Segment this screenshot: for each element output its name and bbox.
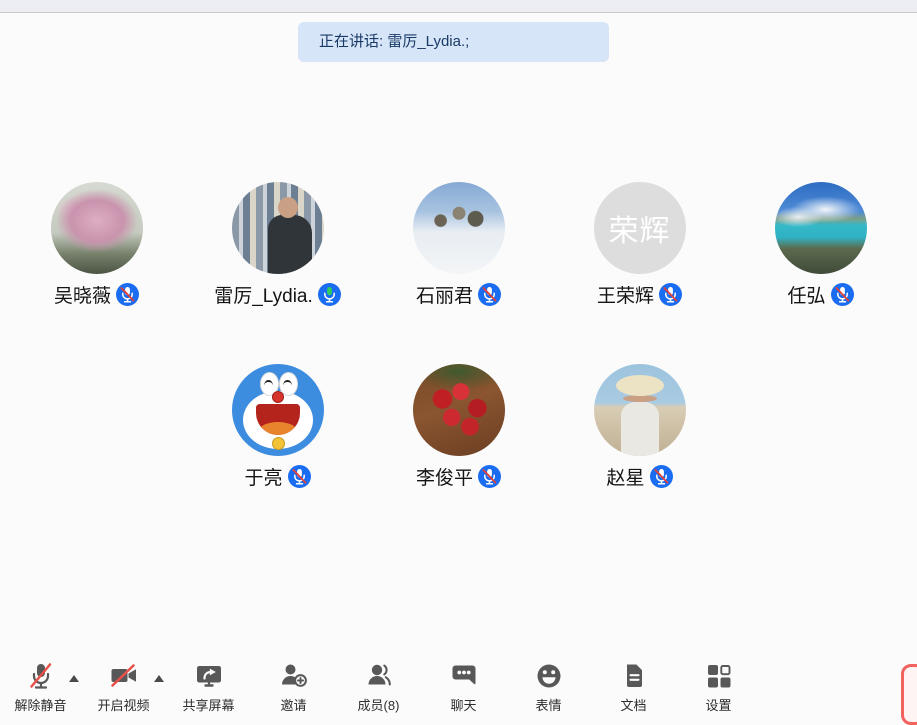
participant-tile-3[interactable]: 石丽君 [368,182,549,308]
participant-namebar: 石丽君 [416,281,501,308]
toolbar-item-label: 成员(8) [358,695,400,714]
emoji-icon [534,660,564,692]
toolbar-chat-button[interactable]: 聊天 [421,660,506,714]
participant-avatar [775,182,867,274]
toolbar-item-label: 开启视频 [97,695,149,714]
participant-grid: 吴晓薇 雷厉_Lydia. [0,182,917,490]
expand-arrow-icon[interactable] [69,675,79,682]
toolbar-emoji-button[interactable]: 表情 [506,660,591,714]
participant-namebar: 于亮 [244,463,310,490]
participant-namebar: 李俊平 [416,463,501,490]
toolbar-item-label: 解除静音 [14,695,66,714]
chat-icon [449,660,479,692]
toolbar-mic-muted-button[interactable]: 解除静音 [0,660,81,714]
participant-namebar: 任弘 [787,281,853,308]
toolbar-camera-off-button[interactable]: 开启视频 [81,660,166,714]
participant-avatar: 荣辉 [594,182,686,274]
mic-muted-icon [831,283,854,306]
participant-name: 于亮 [244,463,282,490]
toolbar-docs-button[interactable]: 文档 [591,660,676,714]
participant-tile-4[interactable]: 荣辉 王荣辉 [549,182,730,308]
participant-tile-2[interactable]: 雷厉_Lydia. [187,182,368,308]
participant-tile-6[interactable]: 于亮 [187,364,368,490]
participant-row-2: 于亮 李俊平 [0,364,917,490]
participant-tile-7[interactable]: 李俊平 [368,364,549,490]
mic-muted-icon [288,465,311,488]
toolbar-share-screen-button[interactable]: 共享屏幕 [166,660,251,714]
toolbar-item-label: 文档 [620,695,646,714]
share-screen-icon [194,660,224,692]
docs-icon [619,660,649,692]
expand-arrow-icon[interactable] [154,675,164,682]
participant-name: 李俊平 [416,463,473,490]
participant-avatar [232,182,324,274]
participant-row-1: 吴晓薇 雷厉_Lydia. [0,182,917,308]
mic-muted-icon [26,660,56,692]
participant-avatar [232,364,324,456]
invite-icon [279,660,309,692]
host-badge-icon [268,254,287,273]
mic-muted-icon [116,283,139,306]
camera-off-icon [109,660,139,692]
participant-name: 吴晓薇 [54,281,111,308]
participant-name: 任弘 [787,281,825,308]
toolbar-item-label: 设置 [705,695,731,714]
mic-muted-icon [478,465,501,488]
speaking-banner: 正在讲话: 雷厉_Lydia.; [298,22,609,62]
participant-tile-1[interactable]: 吴晓薇 [6,182,187,308]
participant-namebar: 赵星 [606,463,672,490]
participant-name: 石丽君 [416,281,473,308]
participant-name: 赵星 [606,463,644,490]
mic-muted-icon [650,465,673,488]
members-icon [364,660,394,692]
toolbar-invite-button[interactable]: 邀请 [251,660,336,714]
settings-icon [704,660,734,692]
avatar-initials: 荣辉 [609,206,671,250]
toolbar-item-label: 表情 [535,695,561,714]
participant-tile-8[interactable]: 赵星 [549,364,730,490]
participant-name: 雷厉_Lydia. [214,281,313,308]
participant-avatar [594,364,686,456]
mic-muted-icon [478,283,501,306]
toolbar-settings-button[interactable]: 设置 [676,660,761,714]
toolbar-item-label: 共享屏幕 [182,695,234,714]
participant-name: 王荣辉 [597,281,654,308]
participant-namebar: 雷厉_Lydia. [214,281,341,308]
mic-muted-icon [659,283,682,306]
clipped-red-edge-button[interactable] [901,664,917,725]
participant-avatar [413,364,505,456]
meeting-toolbar: 解除静音 开启视频 共享屏幕 邀请 成员(8) [0,650,917,722]
toolbar-members-button[interactable]: 成员(8) [336,660,421,714]
participant-avatar [51,182,143,274]
toolbar-item-label: 邀请 [280,695,306,714]
participant-tile-5[interactable]: 任弘 [730,182,911,308]
participant-avatar [413,182,505,274]
window-top-strip [0,0,917,13]
mic-active-icon [318,283,341,306]
toolbar-item-label: 聊天 [450,695,476,714]
participant-namebar: 王荣辉 [597,281,682,308]
participant-namebar: 吴晓薇 [54,281,139,308]
